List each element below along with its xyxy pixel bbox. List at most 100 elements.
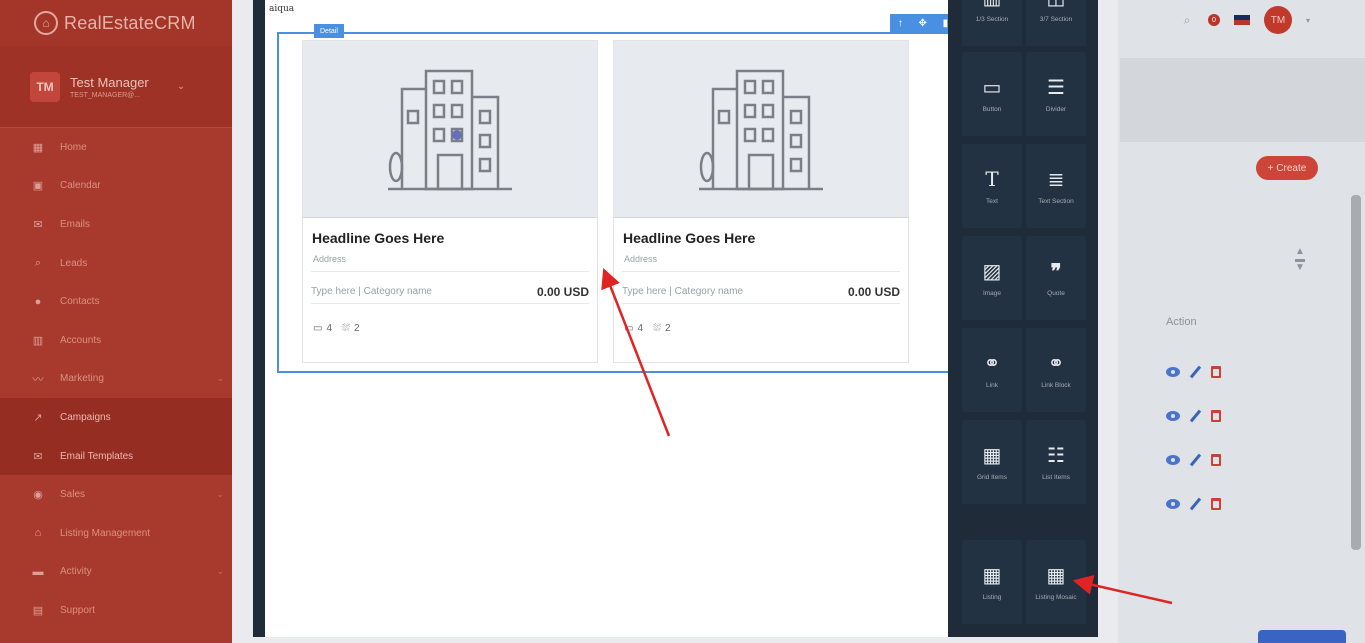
eye-icon[interactable] xyxy=(1166,455,1180,465)
sidebar-item-accounts[interactable]: ▥ Accounts xyxy=(0,321,232,360)
eye-icon[interactable] xyxy=(1166,411,1180,421)
sidebar-item-label: Calendar xyxy=(60,180,101,192)
listing-card[interactable]: Headline Goes Here Address Type here | C… xyxy=(613,40,909,363)
block-quote[interactable]: ❞ Quote xyxy=(1026,236,1086,320)
chevron-down-icon[interactable]: ⌄ xyxy=(177,81,185,92)
mail-icon: ✉ xyxy=(33,450,43,463)
sidebar-item-listing-management[interactable]: ⌂ Listing Management xyxy=(0,514,232,553)
block-grid-items[interactable]: ▦ Grid Items xyxy=(962,420,1022,504)
trash-icon[interactable] xyxy=(1211,366,1221,378)
card-address[interactable]: Address xyxy=(622,250,900,272)
topbar-icons: ⌕ 0 TM ▾ xyxy=(1180,6,1310,34)
block-label: Link xyxy=(986,382,998,389)
sidebar-item-support[interactable]: ▤ Support xyxy=(0,591,232,630)
listing-mosaic-icon: ▦ xyxy=(1046,564,1066,587)
block-divider[interactable]: ☰ Divider xyxy=(1026,52,1086,136)
flag-icon[interactable] xyxy=(1234,15,1250,25)
card-price[interactable]: 0.00 USD xyxy=(848,285,900,299)
chart-line-icon: 〰 xyxy=(32,373,44,386)
card-category[interactable]: Type here | Category name xyxy=(311,286,432,297)
pencil-icon[interactable] xyxy=(1189,497,1202,511)
sort-icon[interactable]: ▲ ▬ ▼ xyxy=(1295,247,1305,273)
card-address[interactable]: Address xyxy=(311,250,589,272)
sidebar-item-emails[interactable]: ✉ Emails xyxy=(0,205,232,244)
scrollbar[interactable] xyxy=(1351,195,1361,550)
card-headline[interactable]: Headline Goes Here xyxy=(614,218,908,250)
pencil-icon[interactable] xyxy=(1189,365,1202,379)
move-icon[interactable]: ✥ xyxy=(919,18,927,29)
block-listing[interactable]: ▦ Listing xyxy=(962,540,1022,624)
trash-icon[interactable] xyxy=(1211,498,1221,510)
block-listing-mosaic[interactable]: ▦ Listing Mosaic xyxy=(1026,540,1086,624)
bath-icon: ⛆ xyxy=(653,322,662,334)
listing-icon: ▦ xyxy=(982,564,1002,587)
block-text[interactable]: T Text xyxy=(962,144,1022,228)
block-label: Grid Items xyxy=(977,474,1007,481)
trash-icon[interactable] xyxy=(1211,410,1221,422)
sidebar-item-calendar[interactable]: ▣ Calendar xyxy=(0,167,232,206)
sidebar-item-label: Home xyxy=(60,141,87,153)
bed-icon: ▭ xyxy=(624,322,634,334)
listing-card[interactable]: Headline Goes Here Address Type here | C… xyxy=(302,40,598,363)
eye-icon[interactable] xyxy=(1166,367,1180,377)
block-label: Text Section xyxy=(1038,198,1074,205)
bath-feature: ⛆ 2 xyxy=(342,323,360,334)
pencil-icon[interactable] xyxy=(1189,409,1202,423)
bath-count: 2 xyxy=(665,322,671,334)
grid-items-icon: ▦ xyxy=(982,444,1002,467)
block-3-7-section[interactable]: ◫ 3/7 Section xyxy=(1026,0,1086,46)
eye-icon[interactable] xyxy=(1166,499,1180,509)
text-icon: T xyxy=(985,167,999,191)
trash-icon[interactable] xyxy=(1211,454,1221,466)
arrow-up-icon[interactable]: ↑ xyxy=(898,18,903,29)
card-headline[interactable]: Headline Goes Here xyxy=(303,218,597,250)
block-label: Divider xyxy=(1045,106,1067,113)
sidebar-item-sales[interactable]: ◉ Sales ⌄ xyxy=(0,475,232,514)
sidebar-item-label: Marketing xyxy=(60,373,104,385)
quote-icon: ❞ xyxy=(1050,260,1062,283)
sidebar-item-email-templates[interactable]: ✉ Email Templates xyxy=(0,436,232,476)
table-row xyxy=(1166,438,1221,482)
avatar[interactable]: TM xyxy=(1264,6,1292,34)
bed-count: 4 xyxy=(637,322,644,334)
bath-count: 2 xyxy=(354,322,360,334)
table-row xyxy=(1166,482,1221,526)
block-link[interactable]: ⚭ Link xyxy=(962,328,1022,412)
three-column-icon: ▥ xyxy=(983,0,1002,10)
block-label: Listing xyxy=(982,594,1002,601)
sidebar-item-label: Leads xyxy=(60,257,88,269)
sidebar-item-contacts[interactable]: ● Contacts xyxy=(0,282,232,321)
header-strip xyxy=(1120,58,1365,142)
block-button[interactable]: ▭ Button xyxy=(962,52,1022,136)
chevron-down-icon[interactable]: ▾ xyxy=(1306,16,1310,25)
block-list-items[interactable]: ☷ List Items xyxy=(1026,420,1086,504)
pencil-icon[interactable] xyxy=(1189,453,1202,467)
sidebar-item-marketing[interactable]: 〰 Marketing ⌄ xyxy=(0,360,232,399)
footer-button[interactable] xyxy=(1258,630,1346,643)
brand[interactable]: ⌂ RealEstateCRM xyxy=(0,0,232,46)
block-link-block[interactable]: ⚭ Link Block xyxy=(1026,328,1086,412)
support-icon: ▤ xyxy=(32,604,44,617)
notification-badge[interactable]: 0 xyxy=(1208,14,1220,26)
editor-canvas[interactable]: aiqua Detail ↑ ✥ ▮ Headline Goes Here Ad… xyxy=(253,0,959,637)
sidebar-item-home[interactable]: ▦ Home xyxy=(0,128,232,167)
contact-icon: ● xyxy=(34,295,42,308)
briefcase-icon: ▬ xyxy=(32,565,44,578)
user-role: TEST_MANAGER@... xyxy=(70,91,141,99)
search-icon[interactable]: ⌕ xyxy=(1180,13,1194,27)
block-1-3-section[interactable]: ▥ 1/3 Section xyxy=(962,0,1022,46)
block-label: Listing Mosaic xyxy=(1035,594,1077,601)
two-column-icon: ◫ xyxy=(1047,0,1066,10)
sidebar-item-campaigns[interactable]: ↗ Campaigns xyxy=(0,398,232,437)
bed-icon: ▭ xyxy=(313,322,323,334)
create-button[interactable]: + Create xyxy=(1256,156,1318,180)
block-text-section[interactable]: ≣ Text Section xyxy=(1026,144,1086,228)
sidebar-item-leads[interactable]: ⌕ Leads xyxy=(0,244,232,283)
sidebar-item-label: Email Templates xyxy=(60,450,134,462)
card-price[interactable]: 0.00 USD xyxy=(537,285,589,299)
card-category[interactable]: Type here | Category name xyxy=(622,286,743,297)
user-profile[interactable]: TM Test Manager TEST_MANAGER@... ⌄ xyxy=(0,46,232,128)
list-items-icon: ☷ xyxy=(1047,444,1065,467)
block-image[interactable]: ▨ Image xyxy=(962,236,1022,320)
sidebar-item-activity[interactable]: ▬ Activity ⌄ xyxy=(0,553,232,592)
